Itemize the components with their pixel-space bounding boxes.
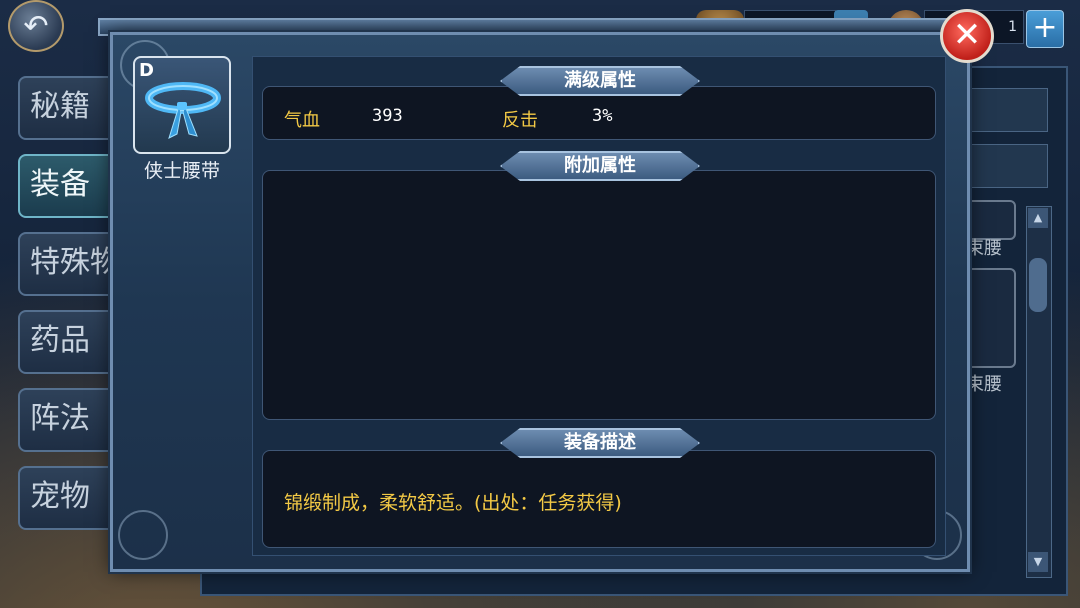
item-description: 锦缎制成，柔软舒适。(出处：任务获得): [284, 492, 622, 514]
extra-attributes-header: 附加属性: [500, 151, 700, 181]
attr-name: 反击: [502, 110, 538, 131]
attr-name: 气血: [284, 110, 320, 131]
scroll-up-button[interactable]: ▲: [1028, 208, 1048, 228]
inventory-item-slot[interactable]: [962, 268, 1016, 368]
close-icon: ✕: [952, 15, 982, 55]
plus-icon: +: [1032, 10, 1058, 45]
extra-attributes-box: [262, 170, 936, 420]
item-name: 侠士腰带: [143, 160, 220, 182]
description-header: 装备描述: [500, 428, 700, 458]
ornament-icon: [118, 510, 168, 560]
belt-icon: [145, 82, 221, 139]
attr-value: 393: [372, 106, 403, 126]
item-icon-frame: D: [133, 56, 231, 154]
max-attributes-header: 满级属性: [500, 66, 700, 96]
inventory-item-label: 束腰: [966, 238, 1002, 259]
attr-value: 3%: [592, 106, 613, 126]
back-arrow-icon: ↶: [23, 8, 49, 44]
close-button[interactable]: ✕: [940, 9, 994, 63]
inventory-item-label: 束腰: [966, 374, 1002, 395]
inventory-filter-2[interactable]: [968, 144, 1048, 188]
add-resource-button[interactable]: +: [1026, 10, 1064, 48]
back-button[interactable]: ↶: [8, 0, 64, 52]
scrollbar-thumb[interactable]: [1029, 258, 1047, 312]
scroll-down-button[interactable]: ▼: [1028, 552, 1048, 572]
inventory-filter-1[interactable]: [968, 88, 1048, 132]
